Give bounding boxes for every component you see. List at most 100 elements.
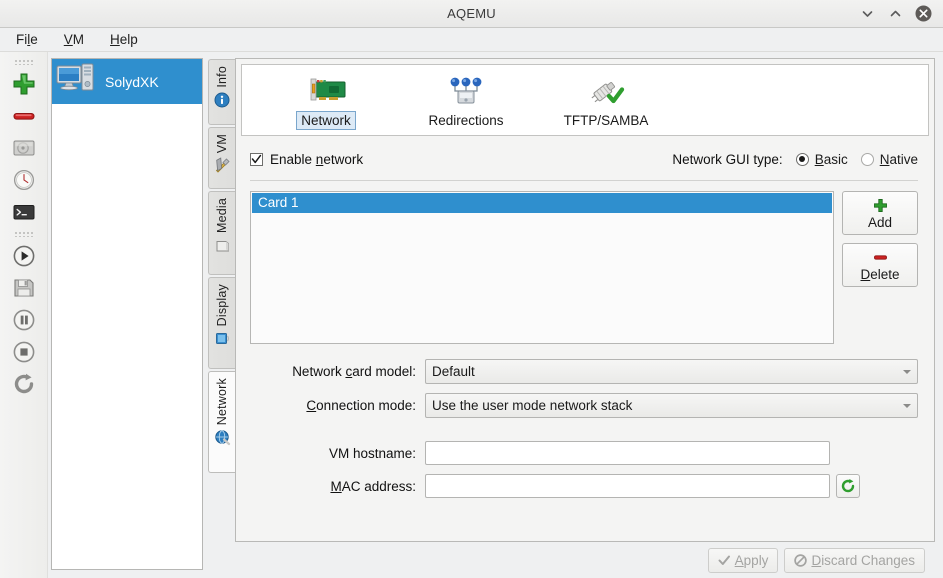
- discard-changes-label: Discard Changes: [811, 552, 915, 568]
- check-icon: [718, 555, 730, 565]
- network-card-list[interactable]: Card 1: [250, 191, 834, 344]
- new-vm-button[interactable]: [4, 68, 44, 100]
- card-form: Network card model: Default Connection m…: [250, 359, 918, 498]
- card-model-select[interactable]: Default: [425, 359, 918, 384]
- menu-help[interactable]: Help: [108, 31, 140, 48]
- radio-basic-label: Basic: [814, 151, 848, 167]
- card-model-label: Network card model:: [292, 364, 416, 379]
- subtab-tftp-samba-label: TFTP/SAMBA: [563, 112, 649, 128]
- maximize-icon[interactable]: [887, 5, 904, 22]
- radio-native[interactable]: Native: [860, 151, 918, 167]
- menu-vm[interactable]: VM: [62, 31, 86, 48]
- refresh-icon: [841, 479, 855, 493]
- close-icon[interactable]: [915, 5, 932, 22]
- toolbar-grip[interactable]: [13, 58, 35, 67]
- main-area: Network Redirections TFTP/SAMBA Enable n…: [235, 52, 943, 578]
- media-icon: [213, 236, 231, 254]
- enable-network-row: Enable network Network GUI type: Basic N…: [250, 148, 918, 170]
- computer-icon: [56, 62, 98, 101]
- save-vm-button[interactable]: [4, 272, 44, 304]
- radio-basic-dot[interactable]: [795, 152, 809, 166]
- tab-label-vm: VM: [215, 134, 229, 154]
- connection-mode-value: Use the user mode network stack: [432, 398, 633, 413]
- apply-button[interactable]: Apply: [707, 547, 779, 573]
- network-gui-type-group: Network GUI type: Basic Native: [672, 152, 918, 167]
- aqemu-window: AQEMU File VM Help SolydXK Info VM Media…: [0, 0, 943, 578]
- minimize-icon[interactable]: [859, 5, 876, 22]
- subtab-tftp-samba[interactable]: TFTP/SAMBA: [536, 71, 676, 130]
- tab-label-media: Media: [215, 198, 229, 234]
- stop-vm-button[interactable]: [4, 336, 44, 368]
- chevron-down-icon: [903, 403, 911, 408]
- check-icon: [251, 154, 262, 163]
- sidebar-tab-info[interactable]: Info: [208, 59, 235, 125]
- delete-vm-button[interactable]: [4, 100, 44, 132]
- regenerate-mac-button[interactable]: [836, 474, 860, 498]
- sidebar-tab-vm[interactable]: VM: [208, 127, 235, 189]
- start-vm-button[interactable]: [4, 240, 44, 272]
- vertical-tab-rail: Info VM Media Display Network: [208, 58, 235, 578]
- body: SolydXK Info VM Media Display Network Ne…: [0, 52, 943, 578]
- radio-basic[interactable]: Basic: [795, 151, 848, 167]
- window-controls: [859, 5, 943, 22]
- window-title: AQEMU: [447, 6, 496, 21]
- left-toolbar: [0, 52, 48, 578]
- discard-changes-button[interactable]: Discard Changes: [784, 547, 925, 573]
- delete-card-label: Delete: [860, 267, 900, 282]
- connection-mode-select[interactable]: Use the user mode network stack: [425, 393, 918, 418]
- checkbox-box[interactable]: [250, 152, 263, 166]
- gui-type-label: Network GUI type:: [672, 151, 783, 167]
- restart-vm-button[interactable]: [4, 368, 44, 400]
- tab-label-info: Info: [215, 66, 229, 88]
- sidebar-tab-display[interactable]: Display: [208, 277, 235, 369]
- add-card-button[interactable]: Add: [842, 191, 918, 235]
- card-area: Card 1 Add Delete: [250, 191, 918, 344]
- sidebar-tab-media[interactable]: Media: [208, 191, 235, 275]
- radio-native-dot[interactable]: [860, 152, 874, 166]
- mac-address-label: MAC address:: [330, 478, 416, 494]
- radio-native-label: Native: [879, 151, 918, 167]
- network-subtab-bar: Network Redirections TFTP/SAMBA: [241, 64, 929, 136]
- console-button[interactable]: [4, 196, 44, 228]
- vm-hostname-input[interactable]: [425, 441, 830, 465]
- tools-icon: [213, 156, 231, 174]
- toolbar-grip-2[interactable]: [13, 230, 35, 239]
- enable-network-label: Enable network: [270, 151, 364, 167]
- snapshot-button[interactable]: [4, 164, 44, 196]
- card-model-value: Default: [432, 364, 475, 379]
- list-item[interactable]: Card 1: [252, 193, 832, 213]
- hard-disk-button[interactable]: [4, 132, 44, 164]
- tftp-samba-icon: [584, 74, 628, 108]
- enable-network-checkbox[interactable]: Enable network: [250, 152, 363, 167]
- pause-vm-button[interactable]: [4, 304, 44, 336]
- mac-address-input[interactable]: [425, 474, 830, 498]
- form-row-card-model: Network card model: Default: [250, 359, 918, 384]
- divider: [250, 180, 918, 181]
- display-icon: [213, 329, 231, 347]
- redirections-icon: [444, 74, 488, 108]
- form-row-connection-mode: Connection mode: Use the user mode netwo…: [250, 393, 918, 418]
- network-card-icon: [303, 74, 349, 108]
- red-minus-icon: [873, 249, 888, 266]
- hostname-label: VM hostname:: [328, 445, 416, 461]
- menu-file[interactable]: File: [14, 31, 40, 48]
- action-bar: Apply Discard Changes: [235, 542, 935, 578]
- add-card-label: Add: [867, 215, 893, 230]
- vm-name-label: SolydXK: [105, 73, 159, 90]
- subtab-network[interactable]: Network: [256, 71, 396, 130]
- titlebar: AQEMU: [0, 0, 943, 28]
- green-plus-icon: [873, 197, 888, 214]
- subtab-network-label: Network: [296, 110, 356, 130]
- tab-label-display: Display: [215, 284, 229, 327]
- sidebar-tab-network[interactable]: Network: [208, 371, 235, 473]
- network-settings: Enable network Network GUI type: Basic N…: [236, 136, 934, 541]
- delete-card-button[interactable]: Delete: [842, 243, 918, 287]
- chevron-down-icon: [903, 369, 911, 374]
- vm-list[interactable]: SolydXK: [51, 58, 203, 570]
- card-buttons: Add Delete: [842, 191, 918, 287]
- subtab-redirections[interactable]: Redirections: [396, 71, 536, 130]
- vm-list-item-solydxk[interactable]: SolydXK: [52, 59, 202, 104]
- tab-label-network: Network: [215, 378, 229, 426]
- subtab-redirections-label: Redirections: [428, 112, 504, 128]
- no-entry-icon: [794, 553, 808, 567]
